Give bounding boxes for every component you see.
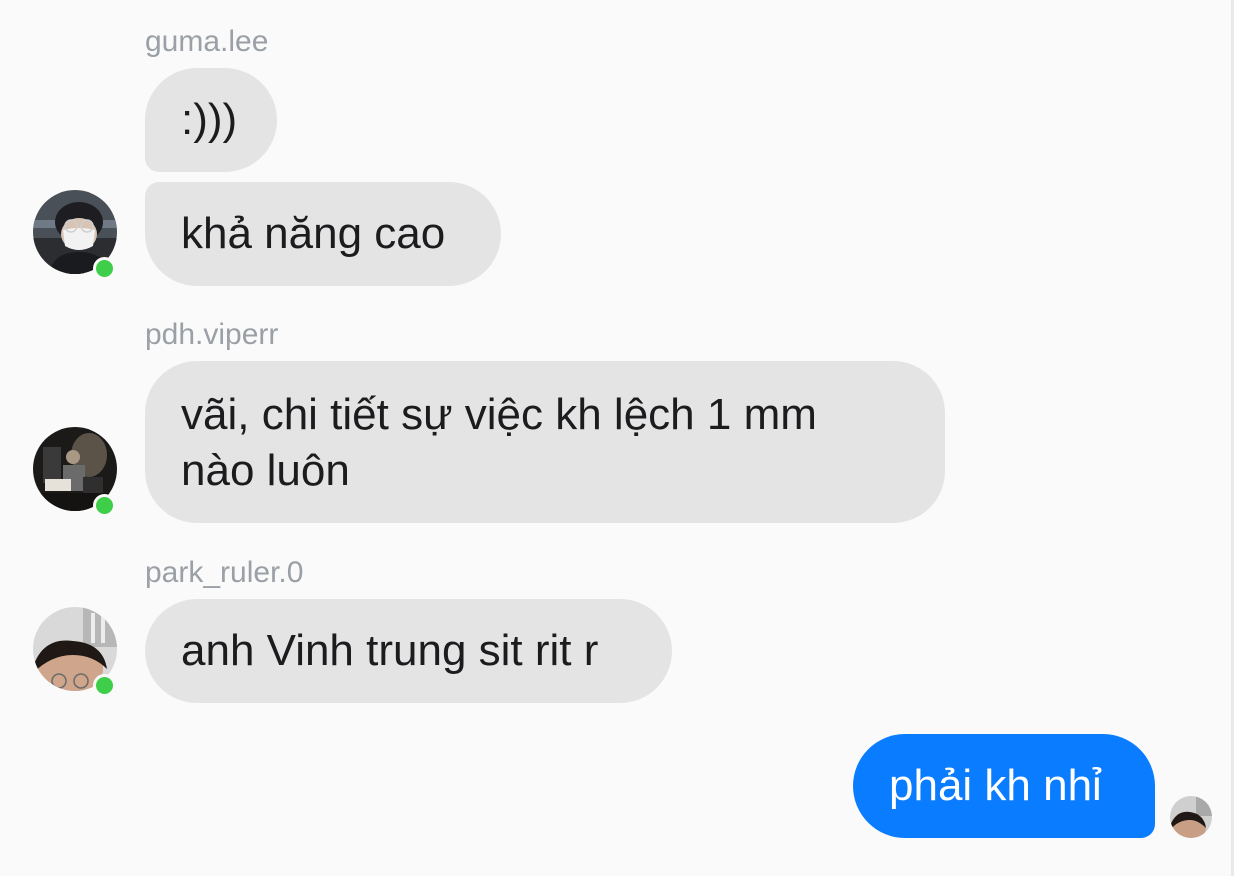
- online-status-icon: [93, 257, 116, 280]
- sender-name: park_ruler.0: [145, 556, 304, 589]
- message-bubble[interactable]: anh Vinh trung sit rit r: [145, 599, 672, 703]
- chat-thread: guma.lee :))) khả năng cao pdh.viperr vã…: [0, 0, 1234, 876]
- message-text: nào luôn: [181, 446, 350, 495]
- online-status-icon: [93, 674, 116, 697]
- message-bubble[interactable]: khả năng cao: [145, 182, 501, 286]
- seen-avatar-photo: [1170, 796, 1212, 838]
- sender-name: pdh.viperr: [145, 318, 279, 351]
- message-text: phải kh nhỉ: [889, 761, 1102, 810]
- message-text: :))): [181, 95, 238, 144]
- seen-receipt-avatar: [1170, 796, 1212, 838]
- sender-name: guma.lee: [145, 25, 269, 58]
- online-status-icon: [93, 494, 116, 517]
- outgoing-message-bubble[interactable]: phải kh nhỉ: [853, 734, 1155, 838]
- message-text: anh Vinh trung sit rit r: [181, 626, 599, 675]
- message-text: vãi, chi tiết sự việc kh lệch 1 mm: [181, 390, 817, 439]
- message-text: khả năng cao: [181, 209, 446, 258]
- message-bubble[interactable]: vãi, chi tiết sự việc kh lệch 1 mm nào l…: [145, 361, 945, 523]
- message-bubble[interactable]: :))): [145, 68, 277, 172]
